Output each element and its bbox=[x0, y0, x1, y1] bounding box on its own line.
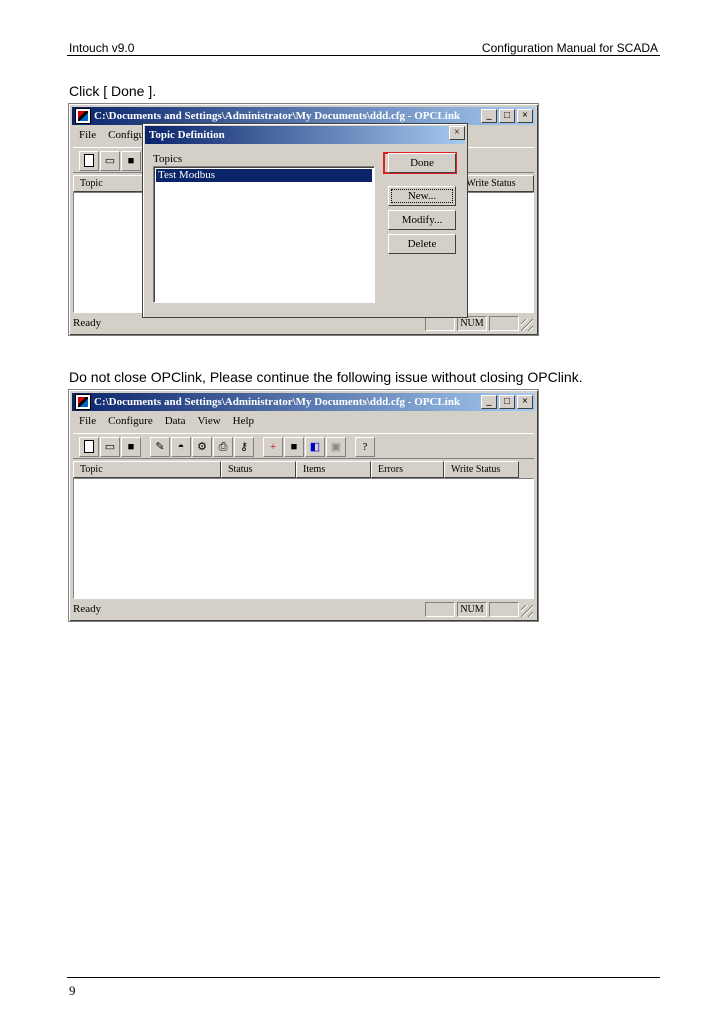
save-button[interactable]: ■ bbox=[121, 151, 141, 171]
status-num: NUM bbox=[457, 602, 487, 617]
list-header: Topic Status Items Errors Write Status bbox=[73, 461, 534, 478]
add-item-button[interactable]: + bbox=[263, 437, 283, 457]
gauge-icon: ◓ bbox=[177, 441, 185, 453]
new-file-button[interactable] bbox=[79, 151, 99, 171]
column-write-status[interactable]: Write Status bbox=[459, 175, 534, 192]
instruction-1: Click [ Done ]. bbox=[69, 83, 157, 99]
status-pane-2 bbox=[489, 316, 519, 331]
header-rule bbox=[67, 55, 660, 56]
window-title-bar: C:\Documents and Settings\Administrator\… bbox=[72, 393, 535, 411]
maximize-button[interactable]: □ bbox=[499, 109, 515, 123]
topic-item[interactable]: Test Modbus bbox=[156, 169, 372, 182]
save-icon: ■ bbox=[127, 441, 135, 453]
app-icon bbox=[75, 394, 91, 410]
modify-button[interactable]: Modify... bbox=[388, 210, 456, 230]
opclink-window-2: C:\Documents and Settings\Administrator\… bbox=[68, 389, 539, 622]
menu-file[interactable]: File bbox=[73, 413, 102, 431]
dialog-close-button[interactable]: × bbox=[449, 126, 465, 140]
footer-rule bbox=[67, 977, 660, 978]
status-bar: Ready NUM bbox=[73, 601, 534, 618]
app-icon bbox=[75, 108, 91, 124]
window-title: C:\Documents and Settings\Administrator\… bbox=[94, 110, 461, 122]
edit-icon: ✎ bbox=[155, 441, 165, 453]
column-write-status[interactable]: Write Status bbox=[444, 461, 519, 478]
topic-definition-dialog: Topic Definition × Topics Test Modbus Do… bbox=[142, 123, 468, 318]
done-button[interactable]: Done bbox=[388, 153, 456, 173]
column-topic[interactable]: Topic bbox=[73, 461, 221, 478]
print-icon: ⎙ bbox=[218, 441, 228, 453]
save-items-button[interactable]: ■ bbox=[284, 437, 304, 457]
column-status[interactable]: Status bbox=[221, 461, 296, 478]
browse-button[interactable]: ◧ bbox=[305, 437, 325, 457]
window-icon: ▣ bbox=[330, 441, 342, 453]
header-left: Intouch v9.0 bbox=[69, 41, 135, 55]
help-button[interactable]: ? bbox=[355, 437, 375, 457]
topics-list[interactable]: Test Modbus bbox=[153, 166, 375, 303]
close-button[interactable]: × bbox=[517, 395, 533, 409]
open-button[interactable]: ▭ bbox=[100, 437, 120, 457]
gear-icon: ⚙ bbox=[197, 441, 207, 453]
key-button[interactable]: ⚷ bbox=[234, 437, 254, 457]
menu-bar: File Configu bbox=[73, 127, 150, 145]
menu-bar: File Configure Data View Help bbox=[73, 413, 260, 431]
delete-button[interactable]: Delete bbox=[388, 234, 456, 254]
topic-list[interactable] bbox=[73, 478, 534, 599]
status-ready: Ready bbox=[73, 603, 102, 615]
column-errors[interactable]: Errors bbox=[371, 461, 444, 478]
save-button[interactable]: ■ bbox=[121, 437, 141, 457]
new-button[interactable]: New... bbox=[388, 186, 456, 206]
status-pane-2 bbox=[489, 602, 519, 617]
settings-button[interactable]: ⚙ bbox=[192, 437, 212, 457]
open-folder-icon: ▭ bbox=[104, 155, 116, 167]
open-button[interactable]: ▭ bbox=[100, 151, 120, 171]
header-right: Configuration Manual for SCADA bbox=[481, 41, 658, 55]
menu-data[interactable]: Data bbox=[159, 413, 192, 431]
new-file-button[interactable] bbox=[79, 437, 99, 457]
disk-icon: ■ bbox=[290, 441, 298, 453]
key-icon: ⚷ bbox=[239, 441, 249, 453]
menu-configure[interactable]: Configure bbox=[102, 413, 159, 431]
print-button[interactable]: ⎙ bbox=[213, 437, 233, 457]
topics-label: Topics bbox=[153, 153, 183, 165]
connect-button[interactable]: ◓ bbox=[171, 437, 191, 457]
new-file-icon bbox=[84, 440, 94, 453]
resize-grip[interactable] bbox=[521, 319, 533, 331]
add-icon: + bbox=[269, 441, 277, 453]
column-items[interactable]: Items bbox=[296, 461, 371, 478]
resize-grip[interactable] bbox=[521, 605, 533, 617]
minimize-button[interactable]: _ bbox=[481, 395, 497, 409]
menu-file[interactable]: File bbox=[73, 127, 102, 145]
browse-icon: ◧ bbox=[309, 441, 321, 453]
menu-help[interactable]: Help bbox=[227, 413, 260, 431]
status-num: NUM bbox=[457, 316, 487, 331]
menu-view[interactable]: View bbox=[192, 413, 227, 431]
disabled-button[interactable]: ▣ bbox=[326, 437, 346, 457]
save-icon: ■ bbox=[127, 155, 135, 167]
status-pane bbox=[425, 316, 455, 331]
topic-edit-button[interactable]: ✎ bbox=[150, 437, 170, 457]
toolbar: ▭ ■ ✎ ◓ ⚙ ⎙ ⚷ + ■ ◧ ▣ ? bbox=[73, 433, 534, 459]
help-icon: ? bbox=[362, 441, 368, 453]
maximize-button[interactable]: □ bbox=[499, 395, 515, 409]
close-button[interactable]: × bbox=[517, 109, 533, 123]
open-folder-icon: ▭ bbox=[104, 441, 116, 453]
instruction-2: Do not close OPClink, Please continue th… bbox=[69, 369, 583, 385]
new-file-icon bbox=[84, 154, 94, 167]
window-title: C:\Documents and Settings\Administrator\… bbox=[94, 396, 461, 408]
dialog-title: Topic Definition bbox=[145, 126, 465, 144]
status-ready: Ready bbox=[73, 317, 102, 329]
status-pane bbox=[425, 602, 455, 617]
column-topic[interactable]: Topic bbox=[73, 175, 143, 192]
minimize-button[interactable]: _ bbox=[481, 109, 497, 123]
page-number: 9 bbox=[69, 983, 76, 998]
